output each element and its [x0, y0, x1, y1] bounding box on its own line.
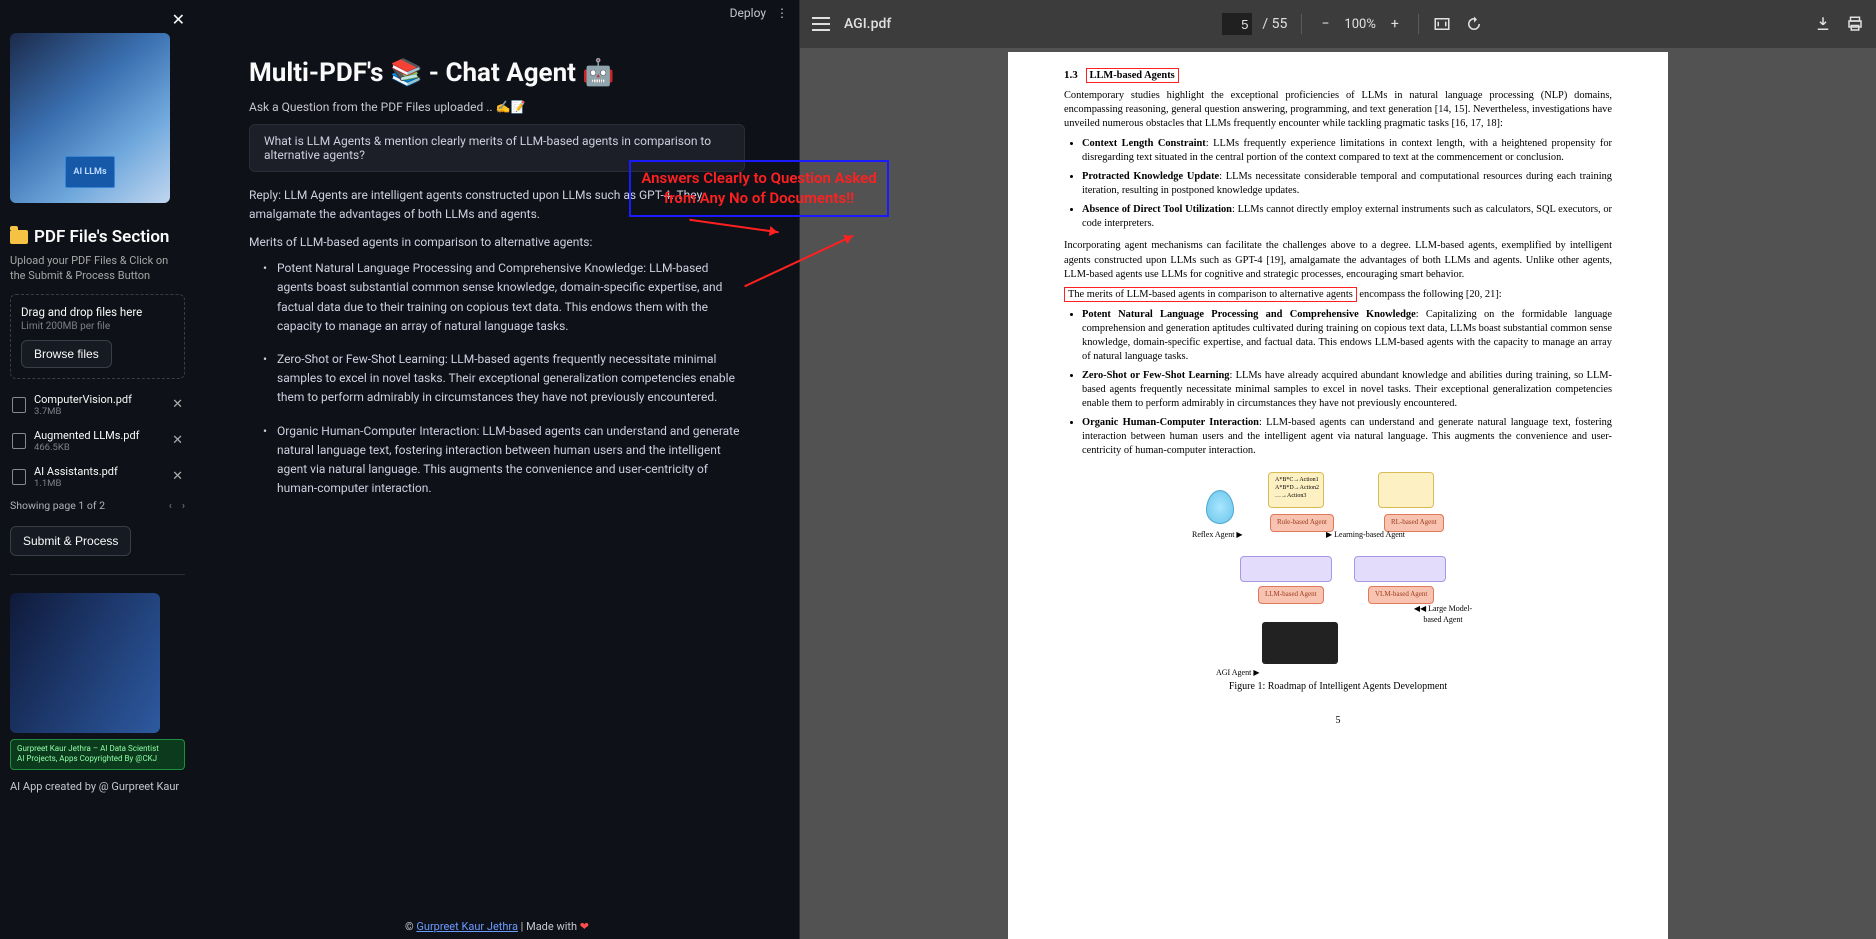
- profile-badge-line1: Gurpreet Kaur Jethra – AI Data Scientist: [17, 744, 178, 754]
- pdf-intro-paragraph: Contemporary studies highlight the excep…: [1064, 89, 1612, 131]
- profile-badge-line2: AI Projects, Apps Copyrighted By @CKJ: [17, 754, 178, 764]
- file-icon: [12, 433, 26, 449]
- bridge-paragraph: Incorporating agent mechanisms can facil…: [1064, 239, 1612, 281]
- reflex-label: Reflex Agent ▶: [1192, 530, 1243, 541]
- pdf-toolbar: AGI.pdf / 55 − 100% +: [800, 0, 1876, 48]
- merits-boxed: The merits of LLM-based agents in compar…: [1064, 287, 1357, 302]
- main-panel: Deploy ⋮ Multi-PDF's 📚 - Chat Agent 🤖 As…: [195, 0, 799, 939]
- close-icon[interactable]: ✕: [10, 10, 185, 33]
- pager-next-icon[interactable]: ›: [182, 499, 185, 512]
- annotation-line1: Answers Clearly to Question Asked: [639, 168, 879, 188]
- page-subtitle: Ask a Question from the PDF Files upload…: [249, 100, 745, 114]
- dropzone-main-text: Drag and drop files here: [21, 305, 174, 319]
- pdf-section-title-text: PDF File's Section: [34, 227, 169, 247]
- print-icon[interactable]: [1846, 15, 1864, 33]
- file-pager: Showing page 1 of 2 ‹ ›: [10, 499, 185, 512]
- figure-area: A*B*C→Action1A*B*D→Action2…→Action3 Rule…: [1064, 472, 1612, 694]
- more-menu-icon[interactable]: ⋮: [776, 6, 789, 20]
- pdf-merits-list: Potent Natural Language Processing and C…: [1082, 308, 1612, 458]
- file-dropzone[interactable]: Drag and drop files here Limit 200MB per…: [10, 294, 185, 379]
- merits-heading: Merits of LLM-based agents in comparison…: [249, 235, 745, 249]
- section-title-boxed: LLM-based Agents: [1086, 68, 1179, 83]
- merits-sentence: The merits of LLM-based agents in compar…: [1064, 288, 1612, 302]
- file-row: ComputerVision.pdf 3.7MB ✕: [10, 387, 185, 423]
- page-number-footer: 5: [1064, 714, 1612, 728]
- large-model-label: ◀◀ Large Model-based Agent: [1408, 604, 1478, 626]
- merits-item: Zero-Shot or Few-Shot Learning: LLM-base…: [263, 350, 745, 408]
- file-size: 466.5KB: [34, 442, 164, 453]
- file-row: AI Assistants.pdf 1.1MB ✕: [10, 459, 185, 495]
- deploy-button[interactable]: Deploy: [730, 6, 766, 20]
- zoom-in-icon[interactable]: +: [1386, 15, 1404, 33]
- footer-author-link[interactable]: Gurpreet Kaur Jethra: [416, 920, 518, 933]
- pdf-viewer: AGI.pdf / 55 − 100% + 1.3: [799, 0, 1876, 939]
- fit-page-icon[interactable]: [1433, 15, 1451, 33]
- roadmap-diagram: A*B*C→Action1A*B*D→Action2…→Action3 Rule…: [1198, 472, 1478, 672]
- download-icon[interactable]: [1814, 15, 1832, 33]
- list-item: Absence of Direct Tool Utilization: LLMs…: [1082, 203, 1612, 231]
- page-total: / 55: [1262, 16, 1287, 32]
- limitations-list: Context Length Constraint: LLMs frequent…: [1082, 137, 1612, 231]
- list-item: Organic Human-Computer Interaction: LLM-…: [1082, 416, 1612, 458]
- list-item: Zero-Shot or Few-Shot Learning: LLMs hav…: [1082, 369, 1612, 411]
- file-name: Augmented LLMs.pdf: [34, 429, 164, 442]
- footer: © Gurpreet Kaur Jethra | Made with ❤: [195, 920, 799, 933]
- file-name: AI Assistants.pdf: [34, 465, 164, 478]
- profile-badge: Gurpreet Kaur Jethra – AI Data Scientist…: [10, 739, 185, 770]
- remove-file-icon[interactable]: ✕: [172, 397, 183, 412]
- submit-process-button[interactable]: Submit & Process: [10, 526, 131, 556]
- section-number: 1.3: [1064, 69, 1078, 81]
- robot-book-label: AI LLMs: [65, 156, 115, 188]
- merits-item: Potent Natural Language Processing and C…: [263, 259, 745, 336]
- figure-caption: Figure 1: Roadmap of Intelligent Agents …: [1064, 680, 1612, 694]
- footer-made: | Made with: [521, 920, 580, 933]
- file-size: 3.7MB: [34, 406, 164, 417]
- file-name: ComputerVision.pdf: [34, 393, 164, 406]
- merits-list: Potent Natural Language Processing and C…: [249, 259, 745, 498]
- pdf-page: 1.3 LLM-based Agents Contemporary studie…: [1008, 52, 1668, 939]
- profile-card-image: [10, 593, 160, 733]
- sidebar-hero-image: AI LLMs: [10, 33, 170, 203]
- upload-help-text: Upload your PDF Files & Click on the Sub…: [10, 253, 185, 284]
- menu-icon[interactable]: [812, 17, 830, 31]
- zoom-level[interactable]: 100%: [1344, 17, 1375, 32]
- folder-icon: [10, 230, 28, 244]
- pager-text: Showing page 1 of 2: [10, 499, 105, 512]
- zoom-out-icon[interactable]: −: [1316, 15, 1334, 33]
- pager-prev-icon[interactable]: ‹: [169, 499, 172, 512]
- pdf-filename: AGI.pdf: [844, 16, 891, 32]
- pdf-viewport[interactable]: 1.3 LLM-based Agents Contemporary studie…: [800, 48, 1876, 939]
- app-credit: AI App created by @ Gurpreet Kaur: [10, 780, 185, 793]
- learning-label: ▶ Learning-based Agent: [1326, 530, 1405, 541]
- annotation-line2: from Any No of Documents!!: [639, 188, 879, 208]
- file-icon: [12, 469, 26, 485]
- dropzone-sub-text: Limit 200MB per file: [21, 321, 174, 332]
- file-row: Augmented LLMs.pdf 466.5KB ✕: [10, 423, 185, 459]
- list-item: Protracted Knowledge Update: LLMs necess…: [1082, 170, 1612, 198]
- page-title: Multi-PDF's 📚 - Chat Agent 🤖: [249, 58, 745, 88]
- remove-file-icon[interactable]: ✕: [172, 469, 183, 484]
- page-number-input[interactable]: [1222, 13, 1252, 35]
- file-icon: [12, 397, 26, 413]
- rotate-icon[interactable]: [1465, 15, 1483, 33]
- footer-copyright: ©: [405, 920, 416, 933]
- heart-icon: ❤: [580, 920, 589, 933]
- list-item: Potent Natural Language Processing and C…: [1082, 308, 1612, 364]
- remove-file-icon[interactable]: ✕: [172, 433, 183, 448]
- browse-files-button[interactable]: Browse files: [21, 340, 112, 368]
- sidebar: ✕ AI LLMs PDF File's Section Upload your…: [0, 0, 195, 939]
- divider: [10, 574, 185, 575]
- file-size: 1.1MB: [34, 478, 164, 489]
- annotation-callout: Answers Clearly to Question Asked from A…: [629, 160, 889, 217]
- pdf-section-title: PDF File's Section: [10, 227, 185, 247]
- agi-label: AGI Agent ▶: [1216, 668, 1259, 679]
- merits-item: Organic Human-Computer Interaction: LLM-…: [263, 422, 745, 499]
- list-item: Context Length Constraint: LLMs frequent…: [1082, 137, 1612, 165]
